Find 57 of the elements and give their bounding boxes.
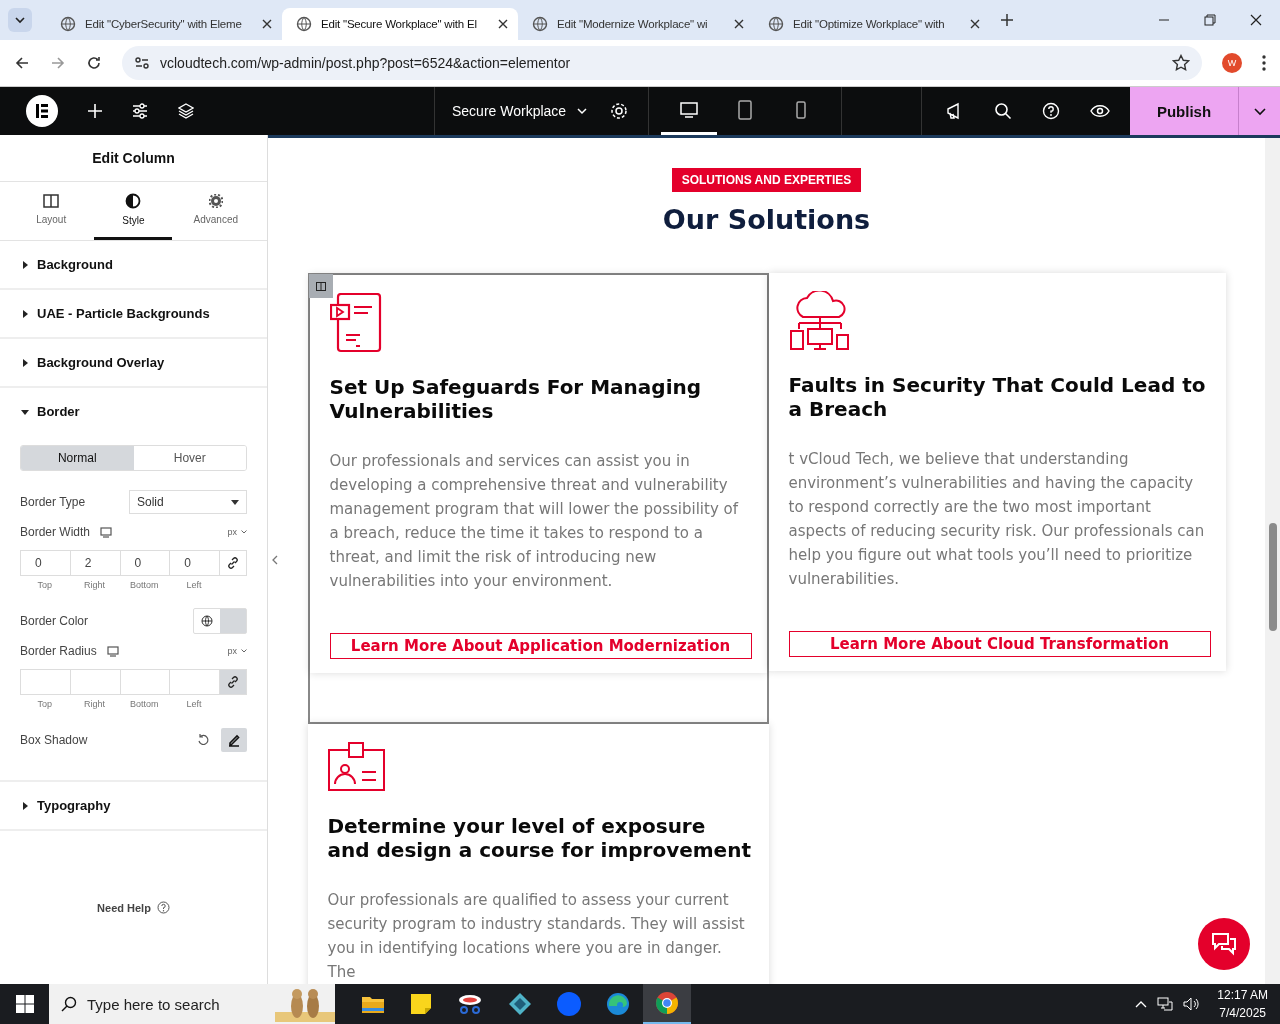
card-description: Our professionals and services can assist you in developing a comprehensive threat and vulnerability management program that will lower the possibility of a breach, reduce the time it takes to respond to a threat, and limit the risk of introducing new vulnerabilities into your environment.: [329, 451, 740, 592]
card-title: Faults in Security That Could Lead to a Breach: [788, 373, 1207, 421]
section-header[interactable]: Background Overlay: [0, 339, 267, 386]
tab-title: Edit "Modernize Workplace" wi: [557, 18, 709, 30]
card-title: Determine your level of exposure and design a course for improvement: [327, 814, 752, 862]
dimension-label: Bottom: [129, 699, 160, 709]
section-header[interactable]: Background: [0, 241, 267, 288]
search-placeholder: Type here to search: [87, 995, 221, 1013]
panel-title: Edit Column: [0, 135, 267, 182]
publish-button[interactable]: Publish: [1130, 87, 1238, 135]
control-label: Border Type: [20, 495, 86, 509]
browser-tab[interactable]: Edit "Optimize Workplace" with: [754, 8, 990, 40]
section-header[interactable]: Border: [0, 388, 267, 435]
dimension-label: Left: [185, 699, 203, 709]
dimension-label: Left: [185, 580, 203, 590]
browser-tab[interactable]: Edit "CyberSecurity" with Eleme: [46, 8, 282, 40]
clock-date[interactable]: 7/4/2025: [1219, 1004, 1266, 1022]
state-toggle[interactable]: Normal: [21, 446, 134, 470]
help-link[interactable]: Need Help: [97, 901, 151, 914]
dimension-label: Top: [36, 580, 54, 590]
dimension-field[interactable]: 0: [20, 550, 70, 576]
control-label: Box Shadow: [20, 733, 88, 747]
card-title: Set Up Safeguards For Managing Vulnerabilities: [329, 375, 703, 423]
unit-select[interactable]: px: [227, 527, 247, 537]
learn-more-button[interactable]: Learn More About Application Modernization: [329, 633, 752, 659]
tab-title: Edit "Optimize Workplace" with: [793, 18, 946, 30]
browser-tab[interactable]: Edit "Modernize Workplace" wi: [518, 8, 754, 40]
section-badge: SOLUTIONS AND EXPERTIES: [671, 168, 862, 192]
taskbar-search-field[interactable]: Type here to search: [49, 984, 335, 1024]
tab-title: Edit "CyberSecurity" with Eleme: [85, 18, 243, 30]
learn-more-button[interactable]: Learn More About Cloud Transformation: [788, 631, 1211, 657]
dimension-field[interactable]: 0: [169, 550, 219, 576]
control-label: Border Radius: [20, 644, 97, 658]
browser-tab[interactable]: Edit "Secure Workplace" with El: [282, 8, 518, 40]
card-description: t vCloud Tech, we believe that understanding environment’s vulnerabilities and having the capacity to respond correctly are the two most important aspects of reducing security risk. Our professionals can help you figure out what tools you’ll need to prioritize vulnerabilities.: [788, 449, 1206, 590]
dimension-field[interactable]: 2: [69, 550, 120, 576]
section-header[interactable]: Typography: [0, 782, 267, 829]
panel-tab[interactable]: Style: [94, 182, 173, 240]
dimension-field[interactable]: 0: [119, 550, 170, 576]
dimension-label: Right: [83, 699, 107, 709]
border-type-select[interactable]: Solid: [129, 490, 247, 514]
dimension-label: Bottom: [129, 580, 160, 590]
dimension-label: Top: [36, 699, 54, 709]
card-description: Our professionals are qualified to assess your current security program to industry standards. They will assist you in identifying locations where you are in danger. The: [327, 890, 746, 983]
profile-avatar[interactable]: W: [1222, 53, 1242, 73]
unit-select[interactable]: px: [227, 646, 247, 656]
panel-tab[interactable]: Layout: [12, 182, 91, 240]
tab-title: Edit "Secure Workplace" with El: [321, 18, 478, 30]
section-heading: Our Solutions: [662, 204, 871, 235]
dimension-label: Right: [83, 580, 107, 590]
address-field[interactable]: vcloudtech.com/wp-admin/post.php?post=6524&action=elementor: [122, 46, 1202, 80]
panel-tab[interactable]: Advanced: [176, 182, 255, 240]
clock-time[interactable]: 12:17 AM: [1217, 986, 1268, 1004]
control-label: Border Width: [20, 525, 91, 539]
page-title-dropdown[interactable]: Secure Workplace: [452, 103, 589, 119]
control-label: Border Color: [20, 614, 89, 628]
section-header[interactable]: UAE - Particle Backgrounds: [0, 290, 267, 337]
